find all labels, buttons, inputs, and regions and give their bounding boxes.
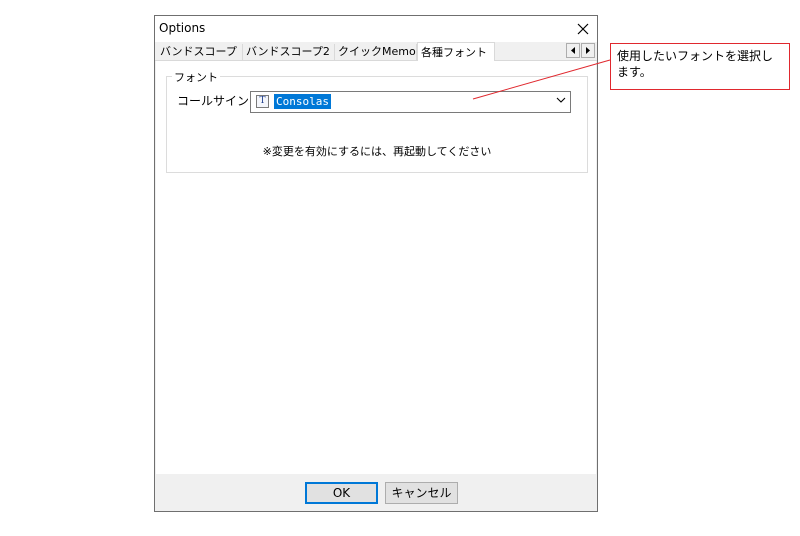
truetype-font-icon: T xyxy=(256,95,269,108)
tab-fonts[interactable]: 各種フォント xyxy=(417,42,495,62)
tab-bandscope2[interactable]: バンドスコープ2 xyxy=(243,44,335,60)
cancel-button[interactable]: キャンセル xyxy=(385,482,458,504)
options-dialog: Options バンドスコープ バンドスコープ2 クイックMemo 各種フォント… xyxy=(154,15,598,512)
ok-button[interactable]: OK xyxy=(305,482,378,504)
restart-note: ※変更を有効にするには、再起動してください xyxy=(262,145,492,158)
tab-label: クイックMemo xyxy=(338,45,416,58)
triangle-left-icon xyxy=(571,47,575,54)
tab-label: 各種フォント xyxy=(421,46,487,59)
tab-quick-memo[interactable]: クイックMemo xyxy=(335,44,417,60)
callsign-label: コールサイン xyxy=(177,94,250,108)
tab-bandscope[interactable]: バンドスコープ xyxy=(157,44,243,60)
triangle-right-icon xyxy=(586,47,590,54)
tab-label: バンドスコープ2 xyxy=(246,45,330,58)
title-bar: Options xyxy=(155,16,597,42)
tab-scroll-right-button[interactable] xyxy=(581,43,595,58)
close-button[interactable] xyxy=(569,16,597,42)
chevron-down-icon xyxy=(556,97,566,103)
annotation-callout: 使用したいフォントを選択します。 xyxy=(610,43,790,90)
tab-panel-fonts: フォント コールサイン T Consolas ※変更を有効にするには、再起動して… xyxy=(156,61,596,474)
tab-scroll-left-button[interactable] xyxy=(566,43,580,58)
group-title: フォント xyxy=(172,69,220,85)
selected-font-value: Consolas xyxy=(274,94,331,109)
close-icon xyxy=(577,23,589,35)
dialog-title: Options xyxy=(159,21,206,35)
button-bar: OK キャンセル xyxy=(155,474,597,511)
font-select[interactable]: T Consolas xyxy=(250,91,571,113)
tab-label: バンドスコープ xyxy=(160,45,237,58)
tab-strip: バンドスコープ バンドスコープ2 クイックMemo 各種フォント xyxy=(155,42,597,62)
font-groupbox: フォント コールサイン T Consolas ※変更を有効にするには、再起動して… xyxy=(166,69,588,173)
